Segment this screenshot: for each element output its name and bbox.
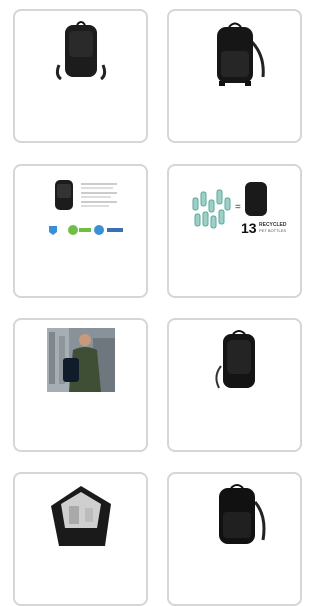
product-thumbnail-card[interactable] xyxy=(13,9,148,143)
product-thumbnail-card[interactable] xyxy=(167,472,302,606)
backpack-side-icon xyxy=(219,484,266,544)
svg-text:=: = xyxy=(235,202,241,213)
backpack-front-icon xyxy=(55,21,107,81)
product-thumbnail-card[interactable] xyxy=(13,164,148,298)
product-thumbnail-card[interactable] xyxy=(13,472,148,606)
recycled-sublabel: PET BOTTLES xyxy=(259,228,287,233)
backpack-angled-icon xyxy=(217,22,265,86)
product-thumbnail-card[interactable]: = 13 RECYCLED PET BOTTLES xyxy=(167,164,302,298)
backpack-open-compartment-icon xyxy=(51,486,111,546)
backpack-features-icon xyxy=(49,180,123,235)
product-thumbnail-card[interactable] xyxy=(167,318,302,452)
backpack-back-icon xyxy=(215,330,255,389)
man-with-backpack-photo xyxy=(47,328,115,392)
product-thumbnail-card[interactable] xyxy=(167,9,302,143)
recycled-count: 13 xyxy=(241,220,257,236)
product-thumbnail-card[interactable] xyxy=(13,318,148,452)
